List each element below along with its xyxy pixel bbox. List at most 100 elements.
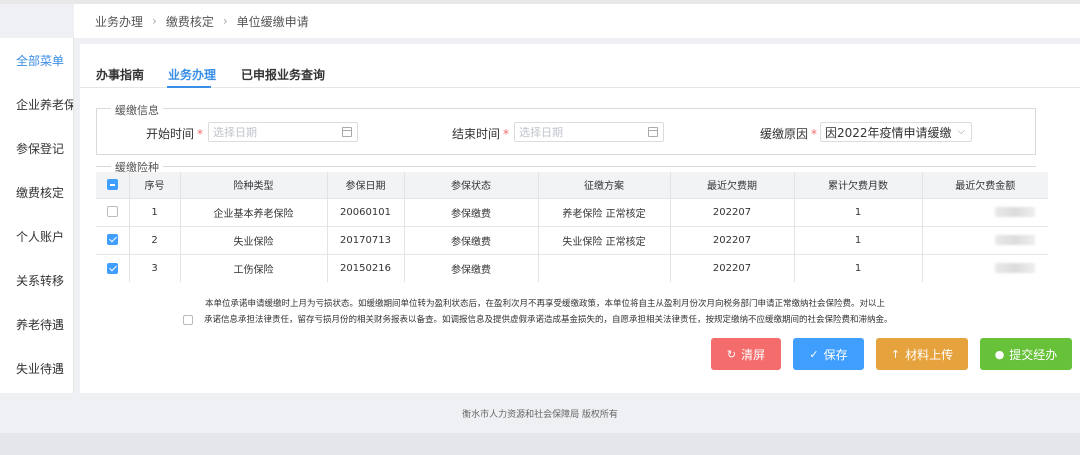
- breadcrumb: 业务办理 › 缴费核定 › 单位缓缴申请: [74, 4, 1080, 38]
- row-select-cell: [96, 253, 130, 282]
- commitment-checkbox[interactable]: [183, 315, 193, 325]
- sidebar-item-personal-account[interactable]: 个人账户: [0, 214, 73, 258]
- commitment-line-1: 本单位承诺申请缓缴时上月为亏损状态。如缓缴期间单位转为盈利状态后，在盈利次月不再…: [205, 299, 886, 309]
- column-header: 序号: [129, 172, 181, 198]
- sidebar-item-label: 关系转移: [16, 273, 65, 288]
- cell-type: 企业基本养老保险: [180, 197, 328, 226]
- cell-period: 202207: [670, 225, 795, 254]
- start-date-placeholder: 选择日期: [213, 126, 257, 139]
- check-circle-icon: ●: [994, 347, 1005, 361]
- clear-button[interactable]: ↻ 清屏: [711, 338, 781, 370]
- cell-months: 1: [794, 225, 923, 254]
- cell-status: 参保缴费: [404, 197, 539, 226]
- cell-plan: 养老保险 正常核定: [538, 197, 671, 226]
- sidebar-item-pension-insurance[interactable]: 企业养老保险: [0, 82, 73, 126]
- table-row[interactable]: 2 失业保险 20170713 参保缴费 失业保险 正常核定 202207 1: [96, 225, 1048, 254]
- cell-months: 1: [794, 197, 923, 226]
- cell-period: 202207: [670, 197, 795, 226]
- cell-amount-redacted: [922, 253, 1048, 282]
- breadcrumb-item-current: 单位缓缴申请: [236, 14, 309, 29]
- breadcrumb-item-business[interactable]: 业务办理: [95, 13, 143, 30]
- cell-no: 1: [129, 197, 181, 226]
- refresh-icon: ↻: [726, 347, 737, 361]
- end-date-placeholder: 选择日期: [519, 126, 563, 139]
- row-select-cell: [96, 197, 130, 226]
- chevron-down-icon: ⌵: [957, 126, 965, 137]
- sidebar-item-label: 企业养老保险: [16, 97, 73, 112]
- tab-guide[interactable]: 办事指南: [96, 66, 144, 83]
- upload-button-label: 材料上传: [905, 347, 954, 362]
- start-time-label: 开始时间 *: [146, 127, 204, 141]
- table-row[interactable]: 1 企业基本养老保险 20060101 参保缴费 养老保险 正常核定 20220…: [96, 197, 1048, 226]
- sidebar-item-all-menu[interactable]: 全部菜单: [0, 38, 73, 82]
- footer: 衡水市人力资源和社会保障局 版权所有: [462, 409, 618, 420]
- sidebar-item-registration[interactable]: 参保登记: [0, 126, 73, 170]
- sidebar-item-label: 缴费核定: [16, 185, 65, 200]
- tab-query[interactable]: 已申报业务查询: [241, 66, 325, 83]
- sidebar-item-label: 全部菜单: [16, 53, 65, 68]
- cell-type: 失业保险: [180, 225, 328, 254]
- tab-business[interactable]: 业务办理: [168, 66, 216, 83]
- sidebar-item-transfer[interactable]: 关系转移: [0, 258, 73, 302]
- cell-no: 2: [129, 225, 181, 254]
- end-time-label: 结束时间 *: [452, 127, 510, 141]
- sidebar: 全部菜单 企业养老保险 参保登记 缴费核定 个人账户 关系转移 养老待遇 失业待…: [0, 38, 74, 393]
- select-all-cell: [96, 172, 130, 198]
- insurance-table: 序号 险种类型 参保日期 参保状态 征缴方案 最近欠费期 累计欠费月数 最近欠费…: [96, 172, 1048, 282]
- row-checkbox[interactable]: [106, 206, 118, 218]
- cell-period: 202207: [670, 253, 795, 282]
- submit-button[interactable]: ● 提交经办: [980, 338, 1072, 370]
- cell-date: 20170713: [327, 225, 405, 254]
- breadcrumb-item-payment[interactable]: 缴费核定: [166, 13, 214, 30]
- cell-months: 1: [794, 253, 923, 282]
- chevron-right-icon: ›: [222, 14, 228, 28]
- column-header: 最近欠费期: [670, 172, 795, 198]
- save-button[interactable]: ✓ 保存: [793, 338, 864, 370]
- cell-amount-redacted: [922, 225, 1048, 254]
- calendar-icon: [342, 127, 352, 137]
- sidebar-item-label: 养老待遇: [16, 317, 65, 332]
- row-checkbox[interactable]: [106, 234, 118, 246]
- commitment-statement: 本单位承诺申请缓缴时上月为亏损状态。如缓缴期间单位转为盈利状态后，在盈利次月不再…: [183, 296, 1063, 328]
- row-select-cell: [96, 225, 130, 254]
- cell-status: 参保缴费: [404, 253, 539, 282]
- table-header-row: 序号 险种类型 参保日期 参保状态 征缴方案 最近欠费期 累计欠费月数 最近欠费…: [96, 172, 1048, 198]
- reason-select[interactable]: 因2022年疫情申请缓缴 ⌵: [820, 122, 972, 142]
- row-checkbox[interactable]: [106, 262, 118, 274]
- submit-button-label: 提交经办: [1009, 347, 1058, 362]
- sidebar-item-label: 失业待遇: [16, 361, 65, 376]
- sidebar-item-pension-benefits[interactable]: 养老待遇: [0, 302, 73, 346]
- commitment-line-2-text: 承诺信息承担法律责任，留存亏损月份的相关财务报表以备查。如调报信息及提供虚假承诺…: [204, 315, 893, 325]
- select-all-checkbox[interactable]: [106, 179, 118, 190]
- column-header: 最近欠费金额: [922, 172, 1048, 198]
- start-date-input[interactable]: 选择日期: [208, 122, 358, 142]
- cell-no: 3: [129, 253, 181, 282]
- calendar-icon: [648, 127, 658, 137]
- sidebar-item-unemployment-benefits[interactable]: 失业待遇: [0, 346, 73, 390]
- cell-status: 参保缴费: [404, 225, 539, 254]
- sidebar-item-label: 个人账户: [16, 229, 65, 244]
- table-row[interactable]: 3 工伤保险 20150216 参保缴费 202207 1: [96, 253, 1048, 282]
- active-tab-indicator: [167, 86, 211, 88]
- cell-amount-redacted: [922, 197, 1048, 226]
- cell-date: 20150216: [327, 253, 405, 282]
- end-date-input[interactable]: 选择日期: [514, 122, 664, 142]
- column-header: 险种类型: [180, 172, 328, 198]
- column-header: 累计欠费月数: [794, 172, 923, 198]
- chevron-right-icon: ›: [152, 14, 157, 28]
- column-header: 征缴方案: [538, 172, 671, 198]
- cell-date: 20060101: [327, 197, 405, 226]
- reason-value: 因2022年疫情申请缓缴: [825, 125, 952, 140]
- cell-plan: 失业保险 正常核定: [538, 225, 671, 254]
- cell-plan: [538, 253, 671, 282]
- column-header: 参保状态: [404, 172, 539, 198]
- sidebar-item-payment-assessment[interactable]: 缴费核定: [0, 170, 73, 214]
- upload-button[interactable]: ↑ 材料上传: [876, 338, 968, 370]
- save-button-label: 保存: [823, 347, 848, 362]
- deferral-info-legend: 缓缴信息: [111, 102, 163, 118]
- reason-label: 缓缴原因 *: [760, 127, 818, 141]
- tab-bar: 办事指南 业务办理 已申报业务查询: [80, 44, 1080, 88]
- cell-type: 工伤保险: [180, 253, 328, 282]
- sidebar-item-label: 参保登记: [16, 141, 65, 156]
- main-panel: 办事指南 业务办理 已申报业务查询 缓缴信息 开始时间 * 选择日期 结束时间 * …: [80, 44, 1080, 393]
